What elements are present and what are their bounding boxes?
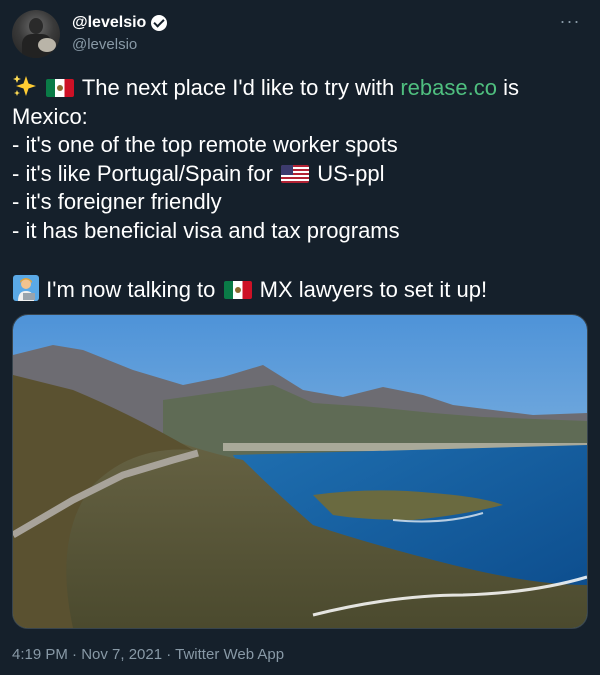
- display-name-row[interactable]: @levelsio: [72, 14, 168, 32]
- tweet-line-7: I'm now talking to MX lawyers to set it …: [12, 274, 592, 305]
- tweet-text: The next place I'd like to try with reba…: [12, 73, 592, 304]
- tweet-timestamp[interactable]: 4:19 PM · Nov 7, 2021 · Twitter Web App: [12, 646, 284, 663]
- user-handle[interactable]: @levelsio: [72, 36, 167, 53]
- display-name[interactable]: @levelsio: [72, 14, 146, 32]
- tweet-line-1-text: The next place I'd like to try with: [81, 75, 395, 100]
- tweet-line-4-before: - it's like Portugal/Spain for: [12, 160, 273, 186]
- tweet-line-5: - it's foreigner friendly: [12, 189, 222, 214]
- tweet-line-4-after: US-ppl: [317, 160, 385, 186]
- coastline-landscape-image: [13, 315, 587, 628]
- mexico-flag-icon: [46, 79, 75, 97]
- tweet-line-4: - it's like Portugal/Spain for US-ppl: [12, 160, 592, 189]
- mexico-flag-icon-2: [223, 280, 252, 299]
- verified-badge-icon: [151, 15, 168, 31]
- tweet-line-2: Mexico:: [12, 103, 88, 129]
- user-names: @levelsio @levelsio: [72, 14, 168, 53]
- more-options-icon[interactable]: ···: [556, 12, 584, 34]
- avatar[interactable]: [12, 10, 60, 58]
- tweet-header: @levelsio @levelsio ···: [12, 10, 588, 60]
- tweet-line-7-after: MX lawyers to set it up!: [259, 276, 488, 302]
- sparkles-icon: [12, 73, 38, 99]
- tweet-line-1: The next place I'd like to try with reba…: [12, 73, 592, 103]
- tweet-line-6: - it has beneficial visa and tax program…: [12, 217, 400, 243]
- rebase-link[interactable]: rebase.co: [400, 75, 497, 100]
- us-flag-icon: [281, 164, 310, 183]
- tweet-line-7-before: I'm now talking to: [46, 276, 216, 302]
- tweet-line-3: - it's one of the top remote worker spot…: [12, 132, 398, 157]
- person-laptop-icon: [12, 274, 40, 302]
- tweet-line-1-tail: is: [503, 75, 519, 100]
- tweet-image[interactable]: [12, 314, 588, 629]
